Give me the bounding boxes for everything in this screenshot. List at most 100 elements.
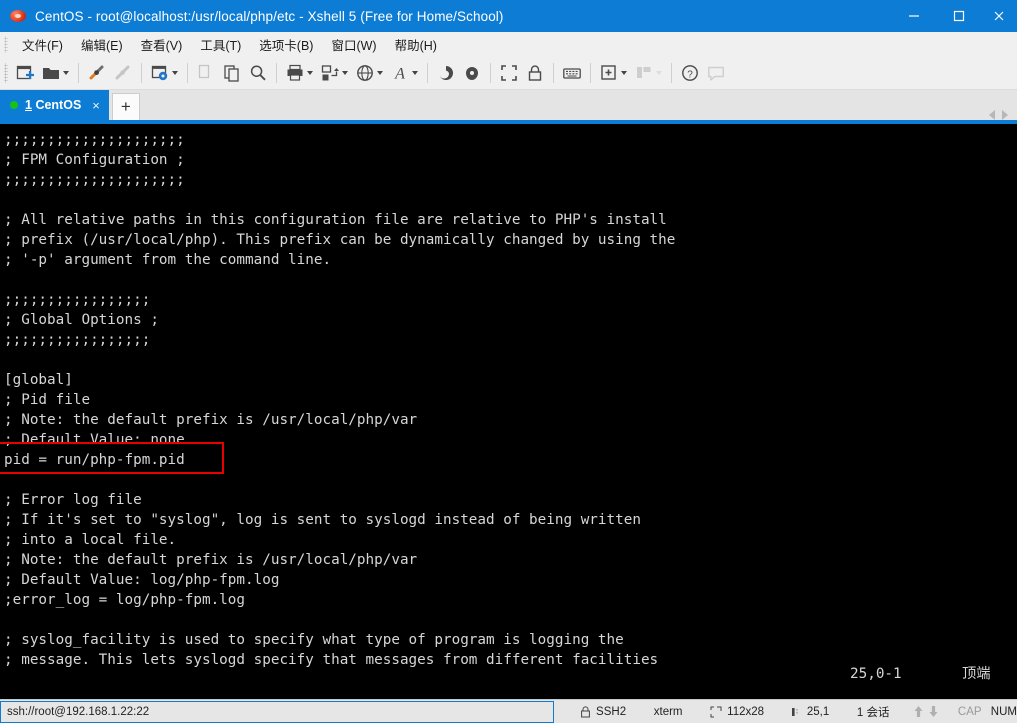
cursor-position-indicator: 25,1	[790, 706, 829, 718]
tab-title: CentOS	[35, 98, 82, 112]
session-properties-button[interactable]	[147, 59, 182, 87]
menu-tools[interactable]: 工具(T)	[191, 32, 250, 57]
window-controls	[891, 0, 1017, 32]
print-button[interactable]	[282, 59, 317, 87]
paste-button[interactable]	[219, 59, 245, 87]
keyboard-button[interactable]	[559, 59, 585, 87]
tab-label: 1 CentOS	[25, 98, 81, 112]
globe-icon	[357, 65, 373, 81]
shell-script-icon	[439, 65, 454, 80]
disconnect-button	[110, 59, 136, 87]
protocol-indicator: SSH2	[580, 706, 626, 718]
find-button[interactable]	[245, 59, 271, 87]
cursor-position-icon	[791, 707, 798, 716]
menu-tabs[interactable]: 选项卡(B)	[250, 32, 322, 57]
vi-position-indicator: 25,0-1	[850, 666, 902, 682]
shell-record-button[interactable]	[459, 59, 485, 87]
terminal-text: ;;;;;;;;;;;;;;;;;;;;; ; FPM Configuratio…	[4, 132, 676, 668]
file-transfer-icon	[321, 65, 339, 81]
fullscreen-icon	[501, 65, 517, 81]
toolbar-separator	[590, 63, 591, 83]
help-icon: ?	[682, 65, 698, 81]
new-tab-button[interactable]: +	[111, 93, 140, 120]
close-button[interactable]	[981, 0, 1017, 32]
copy-icon	[198, 64, 210, 79]
terminal-screen[interactable]: ;;;;;;;;;;;;;;;;;;;;; ; FPM Configuratio…	[0, 124, 1017, 699]
svg-text:?: ?	[687, 69, 693, 80]
chat-button	[703, 59, 729, 87]
title-bar: CentOS - root@localhost:/usr/local/php/e…	[0, 0, 1017, 32]
globe-button[interactable]	[352, 59, 387, 87]
session-properties-dropdown-caret-icon[interactable]	[170, 63, 179, 83]
font-size-dropdown-caret-icon[interactable]	[410, 63, 419, 83]
new-session-icon	[16, 65, 34, 80]
scroll-left-icon[interactable]	[989, 110, 995, 120]
print-icon	[287, 64, 303, 81]
toolbar-separator	[187, 63, 188, 83]
paste-icon	[224, 65, 239, 82]
open-folder-icon	[43, 68, 59, 79]
connect-plug-icon	[89, 65, 104, 80]
scroll-right-icon[interactable]	[1002, 110, 1008, 120]
session-count-indicator: 1 会话	[857, 704, 890, 720]
tab-strip-empty-area	[140, 90, 989, 120]
arrange-panes-icon	[637, 67, 651, 78]
add-pane-icon	[601, 65, 616, 80]
terminal-type-label: xterm	[653, 705, 683, 718]
help-button[interactable]: ?	[677, 59, 703, 87]
toolbar-separator	[427, 63, 428, 83]
connect-button[interactable]	[84, 59, 110, 87]
vi-scroll-indicator: 顶端	[962, 666, 991, 682]
open-folder-button[interactable]	[38, 59, 73, 87]
lock-icon	[581, 705, 590, 717]
print-dropdown-caret-icon[interactable]	[305, 63, 314, 83]
file-transfer-dropdown-caret-icon[interactable]	[340, 63, 349, 83]
connection-url: ssh://root@192.168.1.22:22	[0, 700, 555, 723]
tab-scroll-controls	[989, 110, 1017, 120]
toolbar-separator	[553, 63, 554, 83]
file-transfer-button[interactable]	[317, 59, 352, 87]
transfer-indicators	[913, 705, 939, 718]
screen-size-indicator: 112x28	[710, 706, 764, 718]
new-session-button[interactable]	[12, 59, 38, 87]
minimize-button[interactable]	[891, 0, 936, 32]
font-size-button[interactable]: A	[387, 59, 422, 87]
tab-index: 1	[25, 98, 32, 112]
toolbar-grip-icon[interactable]	[4, 63, 8, 83]
cursor-position-label: 25,1	[806, 705, 830, 718]
lock-button[interactable]	[522, 59, 548, 87]
disconnect-plug-icon	[115, 65, 130, 80]
menu-file[interactable]: 文件(F)	[13, 32, 72, 57]
toolbar: A ?	[0, 57, 1017, 90]
find-icon	[250, 65, 266, 81]
menu-view[interactable]: 查看(V)	[132, 32, 192, 57]
window-title: CentOS - root@localhost:/usr/local/php/e…	[35, 8, 504, 24]
tab-centos[interactable]: 1 CentOS ×	[0, 90, 109, 120]
toolbar-separator	[141, 63, 142, 83]
session-count-label: 1 会话	[856, 706, 890, 719]
menu-window[interactable]: 窗口(W)	[322, 32, 385, 57]
menu-edit[interactable]: 编辑(E)	[72, 32, 132, 57]
toolbar-separator	[490, 63, 491, 83]
screen-size-label: 112x28	[727, 705, 765, 718]
globe-dropdown-caret-icon[interactable]	[375, 63, 384, 83]
fullscreen-button[interactable]	[496, 59, 522, 87]
status-bar: ssh://root@192.168.1.22:22 SSH2 xterm 11…	[0, 699, 1017, 723]
xshell-logo-icon	[9, 7, 27, 25]
add-pane-dropdown-caret-icon[interactable]	[619, 63, 628, 83]
svg-text:A: A	[394, 66, 405, 83]
font-size-icon: A	[394, 66, 405, 83]
num-lock-indicator: NUM	[990, 705, 1017, 718]
menu-help[interactable]: 帮助(H)	[386, 32, 446, 57]
toolbar-separator	[671, 63, 672, 83]
tab-connected-dot-icon	[10, 101, 18, 109]
lock-icon	[528, 65, 542, 81]
maximize-button[interactable]	[936, 0, 981, 32]
tab-close-icon[interactable]: ×	[92, 99, 100, 112]
add-pane-button[interactable]	[596, 59, 631, 87]
open-folder-dropdown-caret-icon[interactable]	[61, 63, 70, 83]
menu-grip-icon[interactable]	[4, 36, 8, 53]
terminal-type-indicator: xterm	[654, 706, 683, 718]
xshell-window: CentOS - root@localhost:/usr/local/php/e…	[0, 0, 1017, 723]
shell-script-button[interactable]	[433, 59, 459, 87]
